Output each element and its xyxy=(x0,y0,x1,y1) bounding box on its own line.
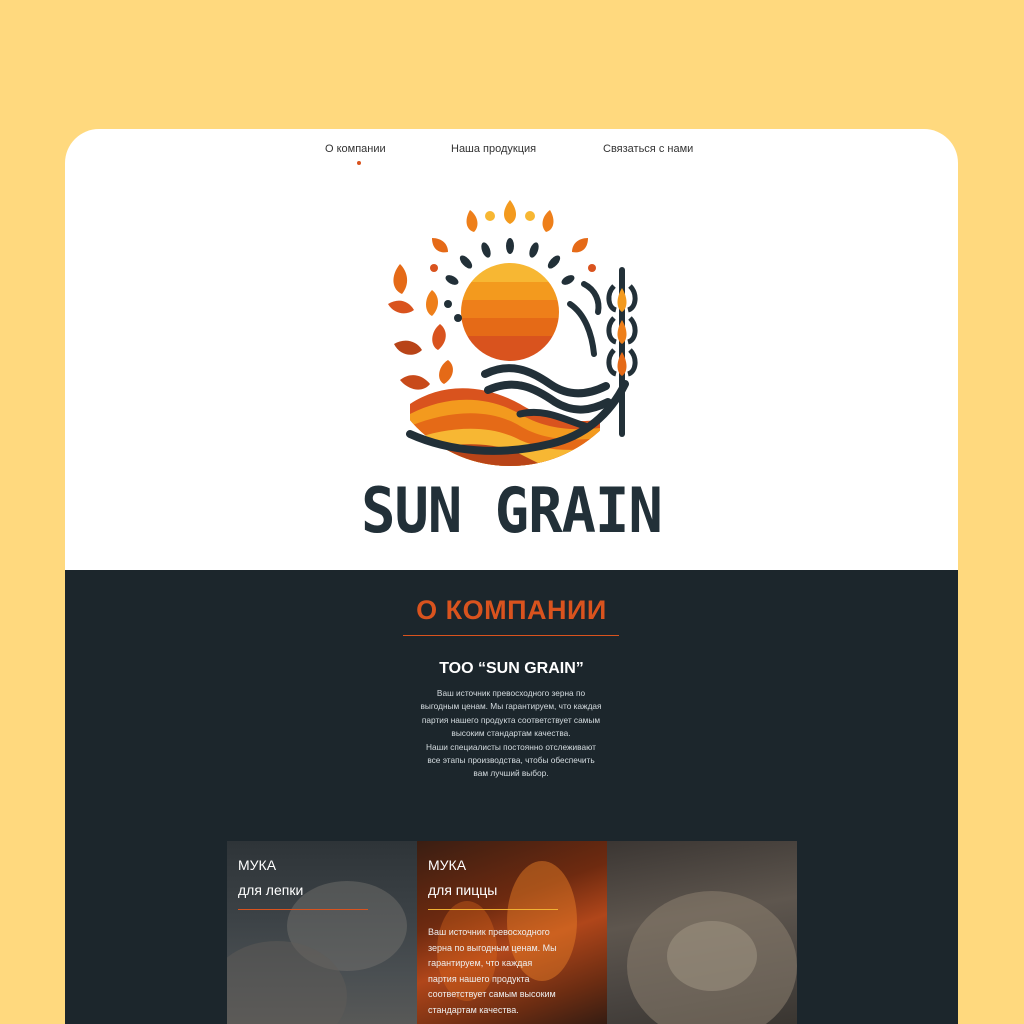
company-name: ТОО “SUN GRAIN” xyxy=(439,660,584,677)
description-line: высоким стандартам качества. xyxy=(451,728,571,739)
description-line: Ваш источник превосходного зерна по xyxy=(436,688,586,698)
product-description-line: партия нашего продукта xyxy=(428,973,530,984)
brand-wordmark: SUN GRAIN xyxy=(361,474,663,547)
product-title: МУКА для лепки xyxy=(238,853,303,903)
product-title: МУКА для пиццы xyxy=(428,853,497,903)
product-description-line: стандартам качества. xyxy=(428,1004,519,1015)
product-divider xyxy=(238,909,368,910)
product-card-modeling-flour[interactable]: МУКА для лепки xyxy=(227,841,417,1024)
product-divider xyxy=(428,909,558,910)
description-line: выгодным ценам. Мы гарантируем, что кажд… xyxy=(420,701,602,712)
about-section: О КОМПАНИИ ТОО “SUN GRAIN” Ваш источник … xyxy=(65,570,958,1024)
nav-item-contact[interactable]: Связаться с нами xyxy=(603,143,693,155)
product-description-line: соответствует самым высоким xyxy=(428,989,556,999)
sun-icon xyxy=(461,263,559,361)
site-card: О компании Наша продукция Связаться с на… xyxy=(65,129,958,1024)
wheat-leaves-icon xyxy=(388,264,453,390)
top-nav: О компании Наша продукция Связаться с на… xyxy=(65,143,958,173)
petal-ring-icon xyxy=(430,200,596,272)
section-title: О КОМПАНИИ xyxy=(416,595,607,625)
sun-grain-logo xyxy=(388,200,638,466)
bread-photo xyxy=(667,921,757,991)
product-subtitle: для пиццы xyxy=(428,882,498,898)
product-description-line: гарантируем, что каждая xyxy=(428,958,533,968)
nav-item-products[interactable]: Наша продукция xyxy=(451,143,536,155)
active-nav-indicator xyxy=(357,161,361,165)
description-line: партия нашего продукта соответствует сам… xyxy=(421,714,601,725)
product-card-bread-photo[interactable] xyxy=(607,841,797,1024)
product-name: МУКА xyxy=(428,857,467,873)
nav-item-about[interactable]: О компании xyxy=(325,143,386,155)
product-description: Ваш источник превосходного зерна по выго… xyxy=(428,925,588,1018)
company-description: Ваш источник превосходного зерна по выго… xyxy=(391,687,631,781)
description-line: Наши специалисты постоянно отслеживают xyxy=(426,741,596,752)
title-underline xyxy=(403,635,619,636)
product-description-line: Ваш источник превосходного xyxy=(428,927,550,937)
description-line: все этапы производства, чтобы обеспечить xyxy=(427,755,595,766)
product-subtitle: для лепки xyxy=(238,882,304,898)
product-name: МУКА xyxy=(238,857,277,873)
description-line: вам лучший выбор. xyxy=(473,768,549,779)
product-card-pizza-flour[interactable]: МУКА для пиццы Ваш источник превосходног… xyxy=(417,841,607,1024)
product-tiles: МУКА для лепки МУКА для пиццы Ваш источн… xyxy=(227,841,797,1024)
product-description-line: зерна по выгодным ценам. Мы xyxy=(428,942,557,953)
